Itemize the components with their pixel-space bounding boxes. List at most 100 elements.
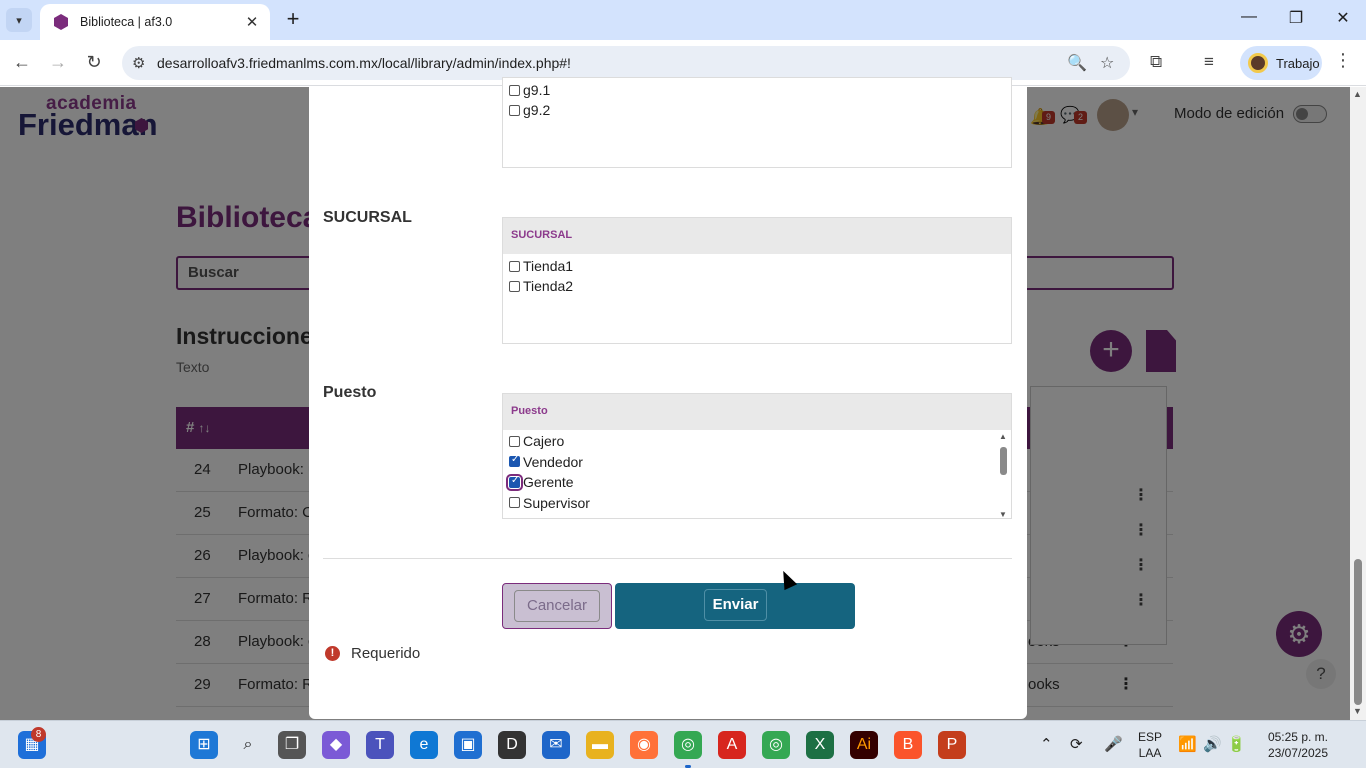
excel-icon[interactable]: X (806, 731, 834, 759)
file-explorer-icon[interactable]: ▬ (586, 731, 614, 759)
checkbox-item[interactable]: Vendedor (509, 452, 583, 472)
zoom-search-icon[interactable]: 🔍 (1067, 53, 1087, 73)
puesto-list-header: Puesto (503, 394, 1011, 430)
brave-icon[interactable]: B (894, 731, 922, 759)
task-view-icon[interactable]: ❐ (278, 731, 306, 759)
reload-button[interactable]: ↻ (82, 52, 106, 73)
modal-dialog: g9.1 g9.2 SUCURSAL SUCURSAL Tienda1 Tienda… (309, 77, 1027, 719)
checkbox-label: g9.2 (523, 102, 551, 118)
required-icon: ! (325, 646, 340, 661)
scroll-down-icon[interactable]: ▼ (999, 510, 1007, 518)
checkbox-label: Gerente (523, 474, 574, 490)
checkbox[interactable] (509, 260, 520, 272)
sync-icon[interactable]: ⟳ (1070, 735, 1083, 753)
page-scrollbar[interactable]: ▲ ▼ (1350, 87, 1366, 720)
url-text[interactable]: desarrolloafv3.friedmanlms.com.mx/local/… (157, 55, 571, 71)
scroll-up-icon[interactable]: ▲ (1353, 89, 1362, 99)
taskbar: ▦ 8 ⊞ ⌕ ❐ ◆ T e ▣ D ✉ ▬ ◉ ◎ A ◎ X Ai B P… (0, 720, 1366, 768)
checkbox-label: Tienda2 (523, 278, 574, 294)
chevron-up-icon[interactable]: ⌃ (1040, 735, 1053, 753)
checkbox-label: Vendedor (523, 453, 583, 470)
widgets-badge: 8 (31, 727, 46, 742)
browser-tab[interactable]: Biblioteca | af3.0 ✕ (40, 4, 270, 40)
cancel-button-label: Cancelar (514, 590, 600, 622)
checkbox[interactable] (509, 497, 520, 508)
checkbox-label: Cajero (523, 433, 565, 449)
store-icon[interactable]: ▣ (454, 731, 482, 759)
language-layout[interactable]: LAA (1136, 746, 1164, 760)
checkbox[interactable] (509, 104, 520, 116)
battery-icon[interactable]: 🔋 (1227, 735, 1246, 753)
dell-icon[interactable]: D (498, 731, 526, 759)
bookmark-star-icon[interactable]: ☆ (1100, 53, 1114, 73)
checkbox-item[interactable]: Gerente (506, 472, 574, 492)
wifi-icon[interactable]: 📶 (1178, 735, 1197, 753)
site-favicon-icon (54, 14, 68, 30)
required-label: Requerido (351, 645, 421, 662)
checkbox-item[interactable]: Cajero (509, 431, 564, 451)
mail-icon[interactable]: ✉ (542, 731, 570, 759)
checkbox[interactable] (509, 280, 520, 292)
checkbox-item[interactable]: g9.1 (509, 80, 550, 100)
tab-title: Biblioteca | af3.0 (80, 15, 173, 29)
list-scrollbar-thumb[interactable] (1000, 447, 1007, 475)
browser-tab-bar: ▾ Biblioteca | af3.0 ✕ + — ❐ ✕ (0, 0, 1366, 40)
edge-icon[interactable]: e (410, 731, 438, 759)
chrome-profile-icon[interactable]: ◎ (762, 731, 790, 759)
teams-icon[interactable]: T (366, 731, 394, 759)
clock-time[interactable]: 05:25 p. m. (1256, 730, 1328, 744)
new-tab-button[interactable]: + (282, 6, 304, 32)
puesto-checkbox-list: Puesto Cajero Vendedor Gerente Supervisor ▲… (502, 393, 1012, 519)
site-info-icon[interactable]: ⚙ (132, 54, 145, 72)
copilot-icon[interactable]: ◆ (322, 731, 350, 759)
checkbox[interactable] (509, 84, 520, 96)
chrome-icon[interactable]: ◎ (674, 731, 702, 759)
microphone-icon[interactable]: 🎤 (1104, 735, 1123, 753)
sucursal-list-header: SUCURSAL (503, 218, 1011, 254)
checkbox[interactable] (509, 435, 520, 447)
back-button[interactable]: ← (10, 52, 34, 73)
tab-search-button[interactable]: ▾ (6, 8, 32, 32)
checkbox[interactable] (506, 473, 523, 491)
close-tab-icon[interactable]: ✕ (242, 13, 262, 31)
cancel-button[interactable]: Cancelar (502, 583, 612, 629)
checkbox-item[interactable]: g9.2 (509, 100, 550, 120)
address-bar[interactable]: ⚙ desarrolloafv3.friedmanlms.com.mx/loca… (122, 46, 1130, 80)
close-window-button[interactable]: ✕ (1328, 8, 1358, 28)
checkbox-item[interactable]: Tienda1 (509, 256, 573, 276)
search-icon[interactable]: ⌕ (234, 731, 262, 759)
language-code[interactable]: ESP (1136, 730, 1164, 744)
profile-label: Trabajo (1276, 55, 1320, 71)
submit-button-label: Enviar (704, 589, 767, 621)
firefox-icon[interactable]: ◉ (630, 731, 658, 759)
checkbox-item[interactable]: Tienda2 (509, 276, 573, 296)
browser-menu-icon[interactable]: ⋮ (1334, 50, 1352, 71)
start-icon[interactable]: ⊞ (190, 731, 218, 759)
illustrator-icon[interactable]: Ai (850, 731, 878, 759)
profile-button[interactable]: Trabajo (1240, 46, 1322, 80)
powerpoint-icon[interactable]: P (938, 731, 966, 759)
sucursal-field-label: SUCURSAL (323, 209, 412, 226)
checkbox-item[interactable]: Supervisor (509, 493, 590, 513)
chevron-down-icon: ▾ (16, 14, 22, 27)
scroll-up-icon[interactable]: ▲ (999, 432, 1007, 441)
sucursal-checkbox-list: SUCURSAL Tienda1 Tienda2 (502, 217, 1012, 344)
submit-button[interactable]: Enviar (615, 583, 855, 629)
divider (323, 558, 1012, 559)
minimize-button[interactable]: — (1234, 8, 1264, 26)
puesto-field-label: Puesto (323, 384, 377, 401)
maximize-button[interactable]: ❐ (1281, 8, 1311, 28)
forward-button[interactable]: → (46, 52, 70, 73)
acrobat-icon[interactable]: A (718, 731, 746, 759)
list-scrollbar[interactable]: ▲ ▼ (999, 432, 1009, 518)
checkbox-label: g9.1 (523, 82, 551, 98)
volume-icon[interactable]: 🔊 (1203, 735, 1222, 753)
media-controls-icon[interactable]: ≡ (1204, 52, 1214, 72)
scrollbar-thumb[interactable] (1354, 559, 1362, 705)
checkbox[interactable] (509, 454, 520, 467)
extensions-icon[interactable]: ⧉ (1150, 52, 1162, 72)
group-checkbox-list: g9.1 g9.2 (502, 77, 1012, 168)
profile-avatar (1248, 53, 1268, 73)
clock-date[interactable]: 23/07/2025 (1256, 746, 1328, 760)
scroll-down-icon[interactable]: ▼ (1353, 706, 1362, 716)
